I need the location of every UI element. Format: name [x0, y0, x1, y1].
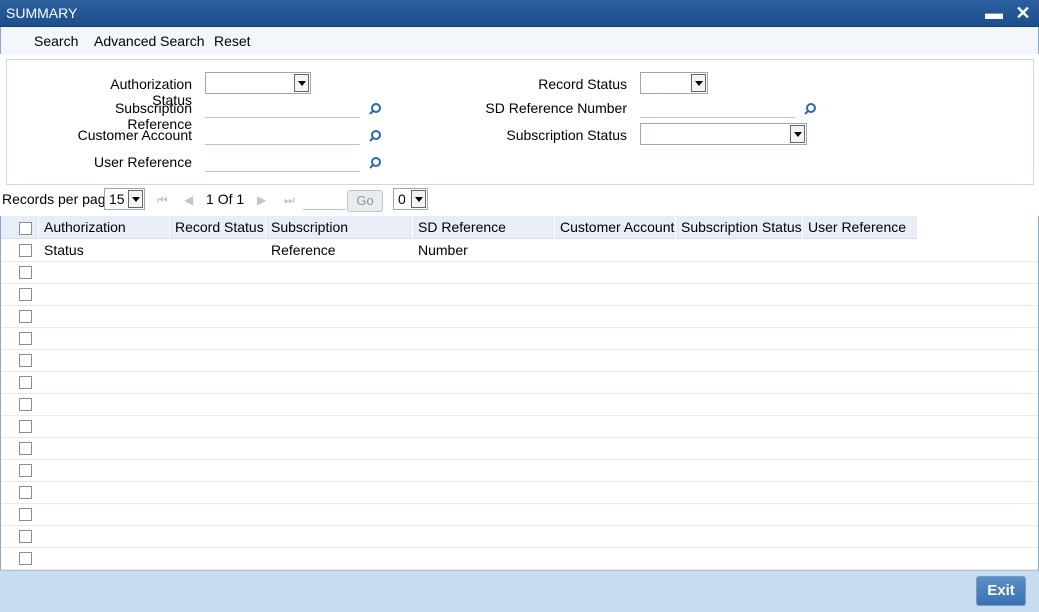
row-checkbox[interactable] [19, 486, 32, 499]
row-checkbox[interactable] [19, 530, 32, 543]
table-row[interactable] [1, 548, 1038, 570]
column-header[interactable]: Subscription Reference [266, 216, 413, 258]
column-header[interactable]: Customer Account [555, 216, 676, 239]
customer-account-input[interactable] [205, 123, 360, 145]
column-header[interactable]: Authorization Status [39, 216, 170, 258]
row-checkbox[interactable] [19, 310, 32, 323]
table-row[interactable] [1, 372, 1038, 394]
records-per-page-value: 15 [109, 191, 125, 207]
export-value: 0 [398, 191, 406, 207]
pagination-bar: Records per page 15 ⏮ ◀ 1 Of 1 ▶ ⏭ Go 0 [0, 186, 1039, 214]
subscription-status-select[interactable] [640, 123, 807, 145]
row-checkbox[interactable] [19, 442, 32, 455]
goto-page-input[interactable] [303, 188, 345, 210]
table-row[interactable] [1, 306, 1038, 328]
row-checkbox[interactable] [19, 288, 32, 301]
row-checkbox[interactable] [19, 376, 32, 389]
exit-button[interactable]: Exit [976, 576, 1026, 606]
chevron-down-icon [411, 190, 426, 208]
table-row[interactable] [1, 284, 1038, 306]
minimize-icon[interactable]: ▬ [984, 2, 1004, 24]
table-row[interactable] [1, 460, 1038, 482]
customer-account-label: Customer Account [77, 127, 192, 143]
previous-page-icon[interactable]: ◀ [184, 193, 193, 207]
results-grid: Authorization Status Record Status Subsc… [0, 216, 1039, 570]
column-header[interactable]: User Reference [803, 216, 918, 239]
row-checkbox[interactable] [19, 420, 32, 433]
advanced-search-button[interactable]: Advanced Search [94, 33, 205, 49]
row-checkbox[interactable] [19, 552, 32, 565]
table-row[interactable] [1, 416, 1038, 438]
row-checkbox[interactable] [19, 244, 32, 257]
search-icon[interactable] [368, 129, 382, 143]
search-icon[interactable] [803, 102, 817, 116]
row-checkbox[interactable] [19, 398, 32, 411]
first-page-icon[interactable]: ⏮ [157, 193, 168, 208]
current-page: 1 [206, 191, 214, 207]
next-page-icon[interactable]: ▶ [257, 193, 266, 207]
record-status-label: Record Status [538, 76, 627, 92]
record-status-select[interactable] [640, 72, 708, 94]
column-header[interactable]: Record Status [170, 216, 266, 239]
table-row[interactable] [1, 394, 1038, 416]
table-row[interactable] [1, 350, 1038, 372]
user-reference-input[interactable] [205, 150, 360, 172]
search-button[interactable]: Search [34, 33, 78, 49]
table-row[interactable] [1, 262, 1038, 284]
chevron-down-icon [294, 74, 309, 92]
select-all-checkbox[interactable] [19, 222, 32, 235]
close-icon[interactable]: ✕ [1013, 2, 1033, 24]
search-criteria-panel: Authorization Status Subscription Refere… [6, 59, 1034, 185]
sd-reference-number-input[interactable] [640, 96, 795, 118]
table-row[interactable] [1, 526, 1038, 548]
table-row[interactable] [1, 328, 1038, 350]
select-all-cell [1, 216, 39, 239]
chevron-down-icon [691, 74, 706, 92]
toolbar: Search Advanced Search Reset [0, 27, 1039, 54]
table-row[interactable] [1, 504, 1038, 526]
title-bar: SUMMARY ▬ ✕ [0, 0, 1039, 27]
records-per-page-label: Records per page [2, 191, 114, 207]
last-page-icon[interactable]: ⏭ [284, 193, 295, 208]
footer-bar: Exit [0, 570, 1039, 612]
search-icon[interactable] [368, 156, 382, 170]
go-button[interactable]: Go [347, 190, 383, 212]
table-row[interactable] [1, 482, 1038, 504]
subscription-reference-input[interactable] [205, 96, 360, 118]
table-row[interactable] [1, 438, 1038, 460]
row-checkbox[interactable] [19, 332, 32, 345]
chevron-down-icon [128, 190, 143, 208]
authorization-status-select[interactable] [205, 72, 311, 94]
row-checkbox[interactable] [19, 464, 32, 477]
row-checkbox[interactable] [19, 354, 32, 367]
subscription-status-label: Subscription Status [506, 127, 627, 143]
row-checkbox[interactable] [19, 266, 32, 279]
records-per-page-select[interactable]: 15 [104, 188, 145, 210]
search-icon[interactable] [368, 102, 382, 116]
grid-header: Authorization Status Record Status Subsc… [1, 216, 918, 258]
column-header[interactable]: SD Reference Number [413, 216, 555, 258]
total-pages: 1 [236, 191, 245, 207]
user-reference-label: User Reference [93, 154, 192, 170]
row-checkbox[interactable] [19, 508, 32, 521]
reset-button[interactable]: Reset [214, 33, 251, 49]
page-info: 1 Of 1 [206, 191, 244, 207]
chevron-down-icon [790, 125, 805, 143]
window-title: SUMMARY [6, 5, 78, 21]
of-label: Of [217, 191, 233, 207]
table-row[interactable] [1, 240, 1038, 262]
sd-reference-number-label: SD Reference Number [485, 100, 627, 116]
export-select[interactable]: 0 [393, 188, 428, 210]
column-header[interactable]: Subscription Status [676, 216, 803, 239]
